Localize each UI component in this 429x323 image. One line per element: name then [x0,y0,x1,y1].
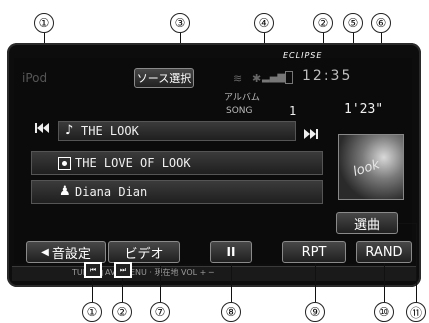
callout-4: ④ [254,13,274,33]
person-icon: ♟ [59,184,71,199]
leader-line [92,278,93,302]
elapsed-time: 1'23" [344,102,384,117]
source-label: iPod [22,71,48,85]
leader-line [122,278,123,302]
callout-11: ⑪ [406,302,426,322]
callout-1-bottom: ① [82,302,102,322]
random-button[interactable]: RAND [356,241,412,263]
callout-1-top: ① [34,13,54,33]
callout-5: ⑤ [343,13,363,33]
pause-button[interactable]: II [210,241,252,263]
music-note-icon: ♪ [65,123,74,138]
album-art: look [338,134,404,200]
leader-line [315,263,316,302]
source-select-button[interactable]: ソース選択 [134,68,194,88]
song-title-bar: ♪ THE LOOK [58,121,296,141]
leader-line [231,263,232,302]
album-label: アルバム [224,93,260,103]
brand-logo: ECLIPSE [283,51,323,60]
video-button[interactable]: ビデオ [108,241,180,263]
skip-back-icon [35,123,49,133]
disc-icon [58,157,71,170]
song-number: 1 [289,104,297,118]
bluetooth-icon: ✱ [252,72,262,85]
album-title: THE LOVE OF LOOK [75,156,191,170]
leader-line [160,263,161,302]
leader-line [398,223,416,224]
artist-name: Diana Dian [75,185,148,199]
battery-icon [285,71,293,84]
speaker-icon: ◀ [41,246,49,258]
callout-7: ⑦ [150,302,170,322]
callout-3: ③ [170,13,190,33]
callout-10: ⑩ [374,302,394,322]
previous-button[interactable] [29,117,55,139]
song-label: SONG [226,106,253,116]
leader-line [416,223,417,303]
skip-forward-icon [304,129,318,139]
wifi-icon: ≋ [233,72,243,85]
hardware-prev-key[interactable]: ⏮ [84,262,102,278]
sound-setting-label: 音設定 [51,246,91,262]
repeat-button[interactable]: RPT [282,241,346,263]
skip-back-icon: ⏮ [89,265,97,274]
hardware-next-key[interactable]: ⏭ [114,262,132,278]
next-button[interactable] [298,124,324,144]
callout-9: ⑨ [305,302,325,322]
callout-6: ⑥ [371,13,391,33]
artist-bar: ♟ Diana Dian [31,180,323,204]
leader-line [384,263,385,302]
sound-setting-button[interactable]: ◀ 音設定 [26,241,106,263]
album-bar: THE LOVE OF LOOK [31,151,323,175]
callout-2-top: ② [313,13,333,33]
song-select-button[interactable]: 選曲 [336,212,398,234]
skip-forward-icon: ⏭ [119,265,127,274]
clock: 12:35 [302,68,353,84]
song-title: THE LOOK [81,124,139,138]
signal-icon: ▂▄▆ [262,72,286,83]
callout-2-bottom: ② [112,302,132,322]
callout-8: ⑧ [221,302,241,322]
